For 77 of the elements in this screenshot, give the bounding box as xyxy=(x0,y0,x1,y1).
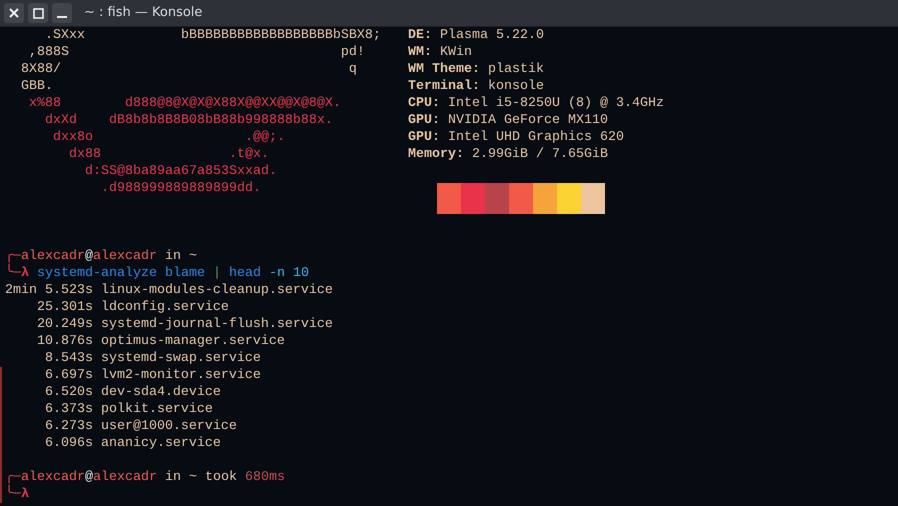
user-name: alexcadr xyxy=(21,470,86,485)
info-label: Memory: xyxy=(408,147,464,162)
duration-text: 8.543s xyxy=(44,350,93,367)
close-icon xyxy=(8,7,20,19)
command-text: head xyxy=(229,266,262,281)
duration-text: 10.876s xyxy=(36,333,93,350)
prompt-symbol: λ xyxy=(21,266,30,281)
user-name: alexcadr xyxy=(21,249,86,264)
prompt-symbol: ╭─ xyxy=(5,249,22,264)
unit-name: linux-modules-cleanup.service xyxy=(100,283,333,298)
ascii-art-line: 8X88/ q xyxy=(20,61,358,78)
at-sign: @ xyxy=(85,470,94,485)
unit-name: polkit.service xyxy=(100,402,213,417)
info-value: 2.99GiB / 7.65GiB xyxy=(472,147,608,162)
duration-text: 6.096s xyxy=(44,435,93,452)
info-value: Plasma 5.22.0 xyxy=(440,28,544,43)
unit-name: user@1000.service xyxy=(100,419,237,434)
ascii-art-line: x%88 d888@8@X@X@X88X@@XX@@X@8@X. xyxy=(28,95,342,112)
minimize-icon xyxy=(57,16,67,18)
close-button[interactable] xyxy=(4,3,24,23)
unit-name: ldconfig.service xyxy=(100,300,229,315)
unit-name: ananicy.service xyxy=(100,436,221,451)
prompt-symbol: ╭─ xyxy=(5,470,22,485)
info-value: KWin xyxy=(440,45,472,60)
ascii-art-line: GBB. xyxy=(20,78,54,95)
ascii-art-line: dx88 .t@x. xyxy=(68,146,270,163)
info-value: plastik xyxy=(488,62,544,77)
minimize-button[interactable] xyxy=(52,3,72,23)
user-name: alexcadr xyxy=(93,249,158,264)
info-value: konsole xyxy=(488,79,544,94)
duration-text: 25.301s xyxy=(36,299,93,316)
info-value: NVIDIA GeForce MX110 xyxy=(448,113,608,128)
maximize-icon xyxy=(32,8,44,18)
info-label: WM: xyxy=(408,45,432,60)
info-label: GPU: xyxy=(408,130,440,145)
duration-text: 6.273s xyxy=(44,418,93,435)
pipe-symbol: | xyxy=(213,266,222,281)
at-sign: @ xyxy=(85,249,94,264)
ascii-art-line: dxx8o .@@;. xyxy=(52,129,286,146)
argument-text: -n xyxy=(269,266,286,281)
prompt-text: ~ xyxy=(189,470,198,485)
ascii-art-line: d:SS@8ba89aa67a853Sxxad. xyxy=(84,163,278,180)
user-name: alexcadr xyxy=(93,470,158,485)
ascii-art-line: .SXxx bBBBBBBBBBBBBBBBBBBbSBX8; xyxy=(44,27,382,44)
info-label: Terminal: xyxy=(408,79,480,94)
unit-name: dev-sda4.device xyxy=(100,385,221,400)
prompt-symbol: λ xyxy=(21,487,30,502)
duration-text: 6.697s xyxy=(44,367,93,384)
ascii-art-line: dxXd dB8b8b8B8B08bB88b998888b88x. xyxy=(44,112,334,129)
info-label: GPU: xyxy=(408,113,440,128)
ascii-art-line: .d988999889889899dd. xyxy=(100,180,262,197)
prompt-text: in xyxy=(165,470,182,485)
duration-text: 6.373s xyxy=(44,401,93,418)
command-text: systemd-analyze xyxy=(37,266,158,281)
info-label: DE: xyxy=(408,28,432,43)
info-value: Intel i5-8250U (8) @ 3.4GHz xyxy=(448,96,664,111)
unit-name: systemd-journal-flush.service xyxy=(100,317,333,332)
ascii-art-line: ,888S pd! xyxy=(28,44,366,61)
window-title: ~ : fish — Konsole xyxy=(84,4,202,22)
command-text: blame xyxy=(165,266,206,281)
prompt-text: ~ xyxy=(189,249,198,264)
prompt-symbol: ╰─ xyxy=(5,266,22,281)
duration-text: 680ms xyxy=(245,470,286,485)
prompt-symbol: ╰─ xyxy=(5,487,22,502)
prompt-text: in xyxy=(165,249,182,264)
unit-name: lvm2-monitor.service xyxy=(100,368,261,383)
info-label: WM Theme: xyxy=(408,62,480,77)
unit-name: optimus-manager.service xyxy=(100,334,285,349)
duration-text: 2min 5.523s xyxy=(5,282,93,299)
unit-name: systemd-swap.service xyxy=(100,351,261,366)
info-label: CPU: xyxy=(408,96,440,111)
maximize-button[interactable] xyxy=(28,3,48,23)
prompt-text: took xyxy=(205,470,238,485)
duration-text: 20.249s xyxy=(36,316,93,333)
info-value: Intel UHD Graphics 620 xyxy=(448,130,624,145)
argument-text: 10 xyxy=(293,266,310,281)
duration-text: 6.520s xyxy=(44,384,93,401)
